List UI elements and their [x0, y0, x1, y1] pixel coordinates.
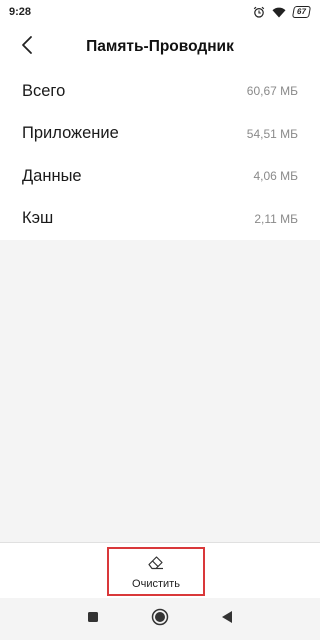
battery-icon: 67 [292, 6, 312, 18]
system-nav-bar [0, 598, 320, 640]
row-value: 54,51 МБ [246, 126, 298, 141]
row-label: Всего [22, 81, 66, 100]
row-value: 2,11 МБ [254, 211, 298, 226]
status-icons: 67 [253, 6, 312, 18]
clear-button-label: Очистить [132, 577, 180, 590]
alarm-icon [253, 6, 265, 18]
storage-row-total: Всего 60,67 МБ [0, 70, 320, 113]
home-circle-icon [151, 608, 169, 631]
wifi-icon [272, 7, 286, 18]
back-button[interactable] [12, 32, 42, 62]
bottom-action-bar: Очистить [0, 542, 320, 598]
storage-row-cache: Кэш 2,11 МБ [0, 198, 320, 241]
recents-button[interactable] [81, 607, 105, 631]
clear-button[interactable]: Очистить [107, 547, 205, 596]
eraser-icon [147, 554, 165, 575]
chevron-left-icon [21, 35, 33, 60]
status-time: 9:28 [9, 6, 32, 18]
row-label: Данные [22, 166, 82, 185]
nav-back-button[interactable] [215, 607, 239, 631]
row-value: 4,06 МБ [253, 169, 298, 184]
row-label: Кэш [22, 209, 54, 228]
storage-list: Всего 60,67 МБ Приложение 54,51 МБ Данны… [0, 70, 320, 240]
status-bar: 9:28 67 [0, 0, 320, 24]
page-title: Память-Проводник [86, 38, 234, 55]
app-bar: Память-Проводник [0, 24, 320, 70]
recents-square-icon [87, 610, 99, 628]
storage-row-app: Приложение 54,51 МБ [0, 113, 320, 156]
storage-row-data: Данные 4,06 МБ [0, 155, 320, 198]
row-label: Приложение [22, 124, 119, 143]
home-button[interactable] [148, 607, 172, 631]
row-value: 60,67 МБ [246, 84, 298, 99]
back-triangle-icon [221, 610, 233, 629]
